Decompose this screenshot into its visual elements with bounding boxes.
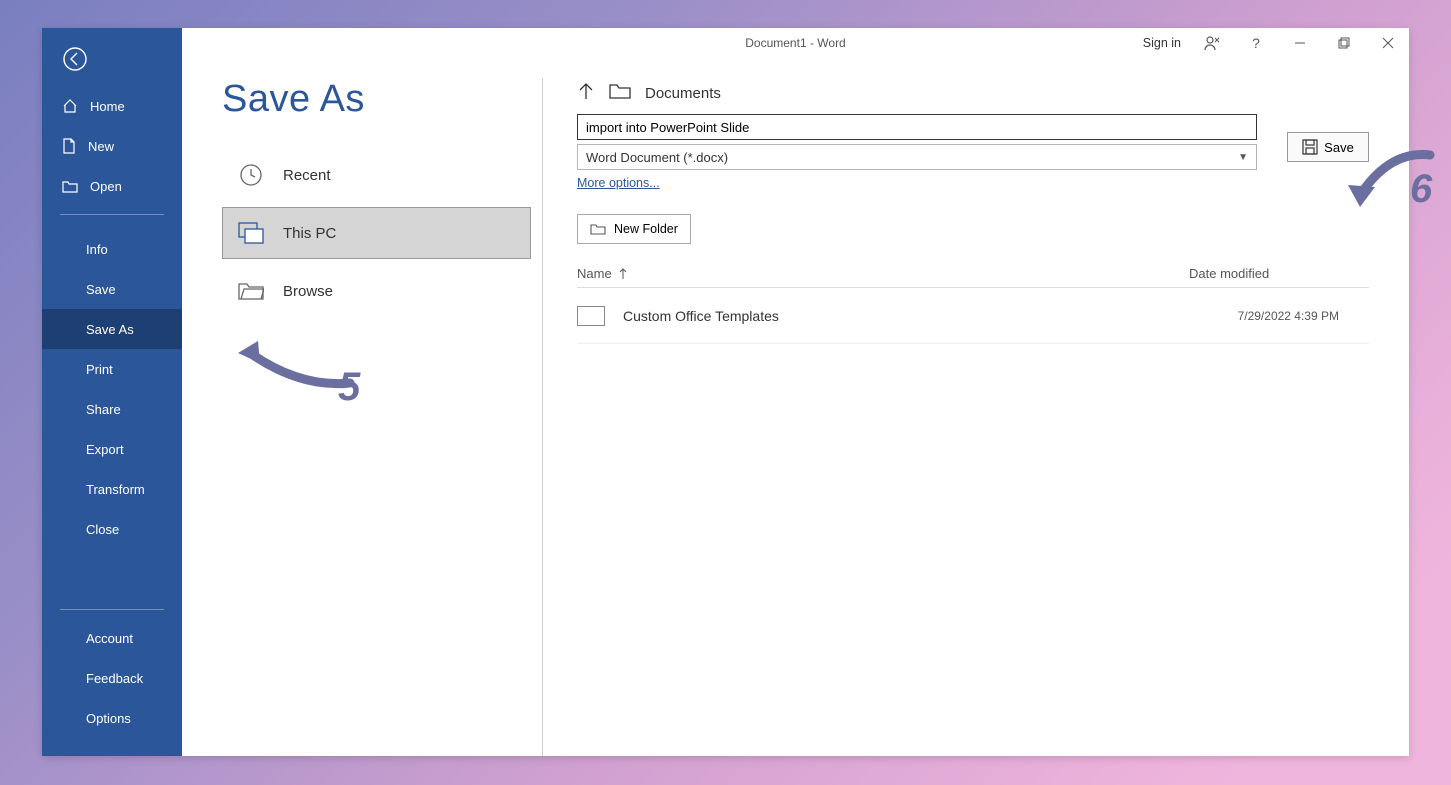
minimize-icon[interactable] [1287, 30, 1313, 56]
nav-new[interactable]: New [42, 126, 182, 166]
location-recent[interactable]: Recent [222, 149, 531, 201]
titlebar: Document1 - Word Sign in ? [182, 28, 1409, 58]
nav-feedback[interactable]: Feedback [42, 658, 182, 698]
location-this-pc[interactable]: This PC [222, 207, 531, 259]
nav-share[interactable]: Share [42, 389, 182, 429]
this-pc-icon [237, 219, 265, 247]
column-name[interactable]: Name [577, 266, 1189, 281]
folder-icon [577, 306, 605, 326]
nav-options[interactable]: Options [42, 698, 182, 738]
help-icon[interactable]: ? [1243, 30, 1269, 56]
maximize-icon[interactable] [1331, 30, 1357, 56]
nav-account[interactable]: Account [42, 618, 182, 658]
sign-in-link[interactable]: Sign in [1143, 36, 1181, 50]
location-browse[interactable]: Browse [222, 265, 531, 317]
nav-open[interactable]: Open [42, 166, 182, 206]
chevron-down-icon: ▼ [1238, 152, 1248, 163]
save-button[interactable]: Save [1287, 132, 1369, 162]
close-icon[interactable] [1375, 30, 1401, 56]
nav-home[interactable]: Home [42, 86, 182, 126]
new-folder-button[interactable]: New Folder [577, 214, 691, 244]
nav-label: Open [90, 179, 122, 194]
folder-open-icon [237, 277, 265, 305]
sort-asc-icon [618, 268, 628, 280]
file-list-header: Name Date modified [577, 266, 1369, 287]
filetype-label: Word Document (*.docx) [586, 150, 728, 165]
item-date: 7/29/2022 4:39 PM [1189, 309, 1369, 323]
location-label: Recent [283, 167, 331, 184]
filetype-select[interactable]: Word Document (*.docx) ▼ [577, 144, 1257, 170]
up-arrow-icon[interactable] [577, 81, 595, 105]
nav-print[interactable]: Print [42, 349, 182, 389]
location-label: This PC [283, 225, 336, 242]
list-item[interactable]: Custom Office Templates 7/29/2022 4:39 P… [577, 288, 1369, 344]
location-label: Browse [283, 283, 333, 300]
more-options-link[interactable]: More options... [577, 176, 1273, 190]
account-icon[interactable] [1199, 30, 1225, 56]
page-title: Save As [222, 78, 531, 121]
save-button-label: Save [1324, 140, 1354, 155]
nav-export[interactable]: Export [42, 429, 182, 469]
nav-label: New [88, 139, 114, 154]
nav-transform[interactable]: Transform [42, 469, 182, 509]
nav-label: Home [90, 99, 125, 114]
save-icon [1302, 139, 1318, 155]
new-folder-icon [590, 223, 606, 235]
filename-input[interactable] [577, 114, 1257, 140]
new-folder-label: New Folder [614, 222, 678, 236]
nav-save[interactable]: Save [42, 269, 182, 309]
nav-close[interactable]: Close [42, 509, 182, 549]
nav-info[interactable]: Info [42, 229, 182, 269]
item-name: Custom Office Templates [623, 308, 779, 324]
folder-icon[interactable] [609, 83, 631, 103]
backstage-sidebar: Home New Open Info Save Save As Print Sh… [42, 28, 182, 756]
clock-icon [237, 161, 265, 189]
breadcrumb-folder[interactable]: Documents [645, 85, 721, 102]
nav-save-as[interactable]: Save As [42, 309, 182, 349]
back-button[interactable] [42, 38, 182, 80]
column-date[interactable]: Date modified [1189, 266, 1369, 281]
